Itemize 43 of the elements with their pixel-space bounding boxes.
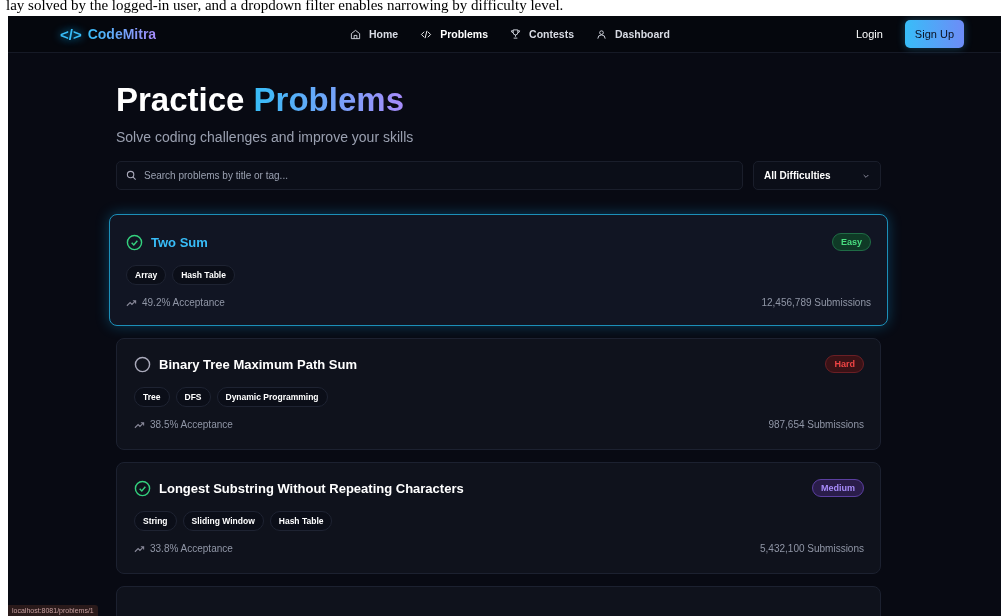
problem-title[interactable]: Binary Tree Maximum Path Sum bbox=[159, 356, 818, 372]
logo-text[interactable]: CodeMitra bbox=[87, 26, 157, 42]
signup-button[interactable]: Sign Up bbox=[904, 20, 964, 48]
acceptance-rate: 33.8% Acceptance bbox=[150, 543, 233, 554]
submission-count: 12,456,789 Submissions bbox=[761, 297, 871, 308]
difficulty-badge: Easy bbox=[831, 233, 871, 251]
trending-up-icon bbox=[134, 544, 145, 553]
page-subtitle: Solve coding challenges and improve your skills bbox=[116, 129, 415, 145]
nav-link[interactable]: Home bbox=[350, 28, 399, 40]
acceptance-rate: 38.5% Acceptance bbox=[150, 419, 233, 430]
trending-up-icon bbox=[134, 420, 145, 429]
difficulty-dropdown[interactable]: All Difficulties bbox=[753, 161, 881, 190]
tag-chip[interactable]: Hash Table bbox=[269, 511, 333, 531]
tag-chip[interactable]: Sliding Window bbox=[182, 511, 264, 531]
problem-card[interactable]: Binary Tree Maximum Path Sum Hard Tree DFS Dynamic Programming 38.5% Acceptance 987,654 Submissions bbox=[116, 338, 881, 450]
problem-title[interactable]: Two Sum bbox=[151, 234, 824, 250]
code-icon bbox=[420, 28, 433, 40]
submission-count: 5,432,100 Submissions bbox=[760, 543, 864, 554]
difficulty-badge: Hard bbox=[825, 355, 864, 373]
tag-chip[interactable]: DFS bbox=[175, 387, 211, 407]
home-icon bbox=[350, 28, 361, 40]
tag-chip[interactable]: Hash Table bbox=[172, 265, 235, 285]
trending-up-icon bbox=[126, 298, 137, 307]
nav-link[interactable]: Problems bbox=[420, 28, 489, 40]
problem-card[interactable]: Longest Substring Without Repeating Characters Medium String Sliding Window Hash Table 33.8% Acceptance 5,432,100 Submissions bbox=[116, 462, 881, 574]
problem-card[interactable] bbox=[116, 586, 881, 616]
acceptance-rate: 49.2% Acceptance bbox=[142, 297, 225, 308]
submission-count: 987,654 Submissions bbox=[768, 419, 864, 430]
tag-chip[interactable]: Tree bbox=[134, 387, 170, 407]
logo-mark[interactable]: </> bbox=[60, 25, 82, 43]
caption-text: lay solved by the logged-in user, and a dropdown filter enables narrowing by difficulty level. bbox=[5, 0, 565, 15]
tag-chip[interactable]: Array bbox=[126, 265, 167, 285]
trophy-icon bbox=[510, 28, 522, 40]
problem-card[interactable]: Two Sum Easy Array Hash Table 49.2% Acceptance 12,456,789 Submissions bbox=[109, 214, 888, 326]
nav-link[interactable]: Contests bbox=[510, 28, 574, 40]
login-button[interactable]: Login bbox=[849, 27, 889, 41]
tag-chip[interactable]: Dynamic Programming bbox=[216, 387, 328, 407]
search-field[interactable]: Search problems by title or tag... bbox=[116, 161, 743, 190]
problem-title[interactable]: Longest Substring Without Repeating Characters bbox=[159, 480, 804, 496]
nav-link[interactable]: Dashboard bbox=[596, 28, 670, 40]
tag-chip[interactable]: String bbox=[134, 511, 177, 531]
difficulty-badge: Medium bbox=[812, 479, 864, 497]
user-icon bbox=[596, 28, 607, 40]
